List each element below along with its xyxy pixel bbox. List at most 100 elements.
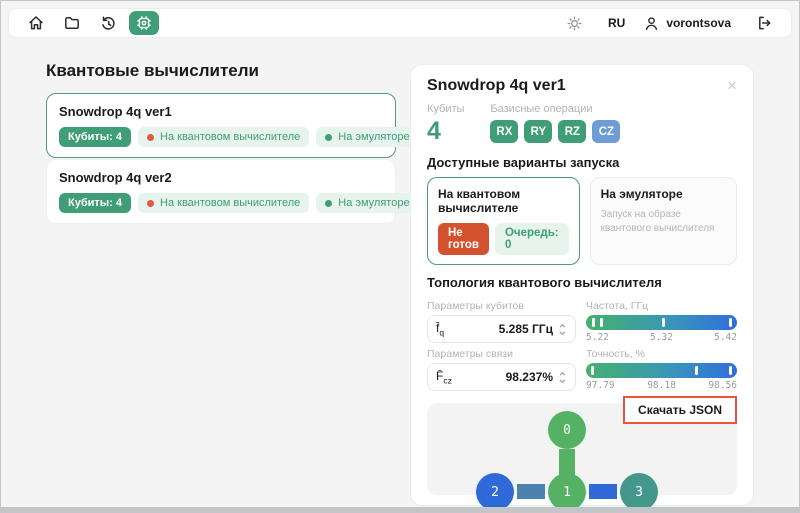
theme-toggle[interactable] [560, 11, 590, 35]
link-fidelity-field[interactable]: F̄cz 98.237% [427, 363, 576, 391]
nav-left-group [21, 11, 159, 35]
status-dot-red [147, 134, 154, 141]
qubit-node-3: 3 [620, 473, 658, 511]
status-label: На эмуляторе [338, 197, 409, 209]
computer-name: Snowdrop 4q ver2 [59, 170, 383, 185]
detail-title: Snowdrop 4q ver1 [427, 77, 566, 95]
field-value: 5.285 ГГц [499, 322, 553, 336]
chip-icon [135, 14, 153, 32]
op-chip-rz: RZ [558, 120, 586, 143]
folder-icon [63, 14, 81, 32]
qubits-value: 4 [427, 117, 464, 145]
launch-option-badges: Не готов Очередь: 0 [438, 223, 569, 255]
logout-icon [755, 14, 773, 32]
qubit-params-col: Параметры кубитов f̄q 5.285 ГГц [427, 295, 576, 343]
username: vorontsova [666, 16, 731, 30]
launch-option-title: На квантовом вычислителе [438, 187, 569, 215]
accuracy-slider-col: Точность, % 97.79 98.18 98.56 [586, 343, 737, 391]
edge-0-1 [559, 449, 575, 475]
scale-mid: 98.18 [647, 380, 676, 391]
status-dot-red [147, 200, 154, 207]
slider-marker [592, 318, 595, 327]
status-label: На эмуляторе [338, 131, 409, 143]
badge-row: Кубиты: 4 На квантовом вычислителе На эм… [59, 127, 383, 147]
quantum-computers-button[interactable] [129, 11, 159, 35]
qubits-badge: Кубиты: 4 [59, 193, 131, 213]
launch-option-quantum[interactable]: На квантовом вычислителе Не готов Очеред… [427, 177, 580, 265]
qubits-block: Кубиты 4 [427, 103, 464, 145]
frequency-label: Частота, ГГц [586, 300, 737, 312]
close-icon[interactable]: × [727, 77, 737, 94]
scale-mid: 5.32 [650, 332, 673, 343]
launch-options: На квантовом вычислителе Не готов Очеред… [427, 177, 737, 265]
scale-min: 97.79 [586, 380, 615, 391]
slider-marker [695, 366, 698, 375]
accuracy-scale: 97.79 98.18 98.56 [586, 380, 737, 391]
launch-option-emulator[interactable]: На эмуляторе Запуск на образе квантового… [590, 177, 737, 265]
ops-block: Базисные операции RX RY RZ CZ [490, 103, 620, 145]
status-label: На квантовом вычислителе [160, 197, 300, 209]
badge-row: Кубиты: 4 На квантовом вычислителе На эм… [59, 193, 383, 213]
detail-header: Snowdrop 4q ver1 × [427, 77, 737, 95]
stepper-icon[interactable] [558, 370, 567, 385]
topology-section-title: Топология квантового вычислителя [427, 275, 737, 290]
frequency-scale: 5.22 5.32 5.42 [586, 332, 737, 343]
status-label: На квантовом вычислителе [160, 131, 300, 143]
qubit-frequency-field[interactable]: f̄q 5.285 ГГц [427, 315, 576, 343]
launch-option-desc: Запуск на образе квантового вычислителя [601, 208, 726, 236]
frequency-slider[interactable] [586, 315, 737, 330]
stepper-icon[interactable] [558, 322, 567, 337]
slider-marker [662, 318, 665, 327]
user-menu[interactable]: vorontsova [643, 15, 731, 32]
detail-panel: Snowdrop 4q ver1 × Кубиты 4 Базисные опе… [410, 64, 754, 506]
logout-button[interactable] [749, 11, 779, 35]
history-icon [99, 14, 117, 32]
edge-1-3 [589, 484, 617, 499]
qubit-params-label: Параметры кубитов [427, 300, 576, 312]
slider-marker [600, 318, 603, 327]
window-bottom-edge [1, 507, 799, 512]
home-button[interactable] [21, 11, 51, 35]
frequency-slider-col: Частота, ГГц 5.22 5.32 5.42 [586, 295, 737, 343]
status-badge-emulator: На эмуляторе [316, 193, 418, 213]
accuracy-slider[interactable] [586, 363, 737, 378]
home-icon [27, 14, 45, 32]
op-chip-ry: RY [524, 120, 552, 143]
qubit-node-2: 2 [476, 473, 514, 511]
history-button[interactable] [93, 11, 123, 35]
page-title: Квантовые вычислители [46, 61, 259, 81]
launch-section-title: Доступные варианты запуска [427, 155, 737, 170]
status-badge-quantum: На квантовом вычислителе [138, 127, 309, 147]
meta-row: Кубиты 4 Базисные операции RX RY RZ CZ [427, 103, 737, 145]
qubits-label: Кубиты [427, 103, 464, 115]
topology-params: Параметры кубитов f̄q 5.285 ГГц Частота,… [427, 295, 737, 391]
qubit-node-1: 1 [548, 473, 586, 511]
language-switcher[interactable]: RU [608, 16, 625, 30]
queue-badge: Очередь: 0 [495, 223, 569, 255]
projects-button[interactable] [57, 11, 87, 35]
ops-chips: RX RY RZ CZ [490, 120, 620, 143]
status-badge-quantum: На квантовом вычислителе [138, 193, 309, 213]
accuracy-label: Точность, % [586, 348, 737, 360]
scale-max: 5.42 [714, 332, 737, 343]
op-chip-cz: CZ [592, 120, 620, 143]
nav-right-group: RU vorontsova [560, 11, 779, 35]
status-badge-emulator: На эмуляторе [316, 127, 418, 147]
status-dot-green [325, 200, 332, 207]
not-ready-badge: Не готов [438, 223, 489, 255]
link-params-label: Параметры связи [427, 348, 576, 360]
field-value: 98.237% [506, 370, 553, 384]
slider-marker [591, 366, 594, 375]
user-icon [643, 15, 660, 32]
field-symbol: F̄cz [436, 369, 452, 385]
download-json-button[interactable]: Скачать JSON [623, 396, 737, 424]
computer-card-ver1[interactable]: Snowdrop 4q ver1 Кубиты: 4 На квантовом … [46, 93, 396, 158]
scale-min: 5.22 [586, 332, 609, 343]
link-params-col: Параметры связи F̄cz 98.237% [427, 343, 576, 391]
launch-option-title: На эмуляторе [601, 187, 726, 201]
qubit-node-0: 0 [548, 411, 586, 449]
qubits-badge: Кубиты: 4 [59, 127, 131, 147]
computer-name: Snowdrop 4q ver1 [59, 104, 383, 119]
edge-2-1 [517, 484, 545, 499]
computer-card-ver2[interactable]: Snowdrop 4q ver2 Кубиты: 4 На квантовом … [46, 159, 396, 224]
